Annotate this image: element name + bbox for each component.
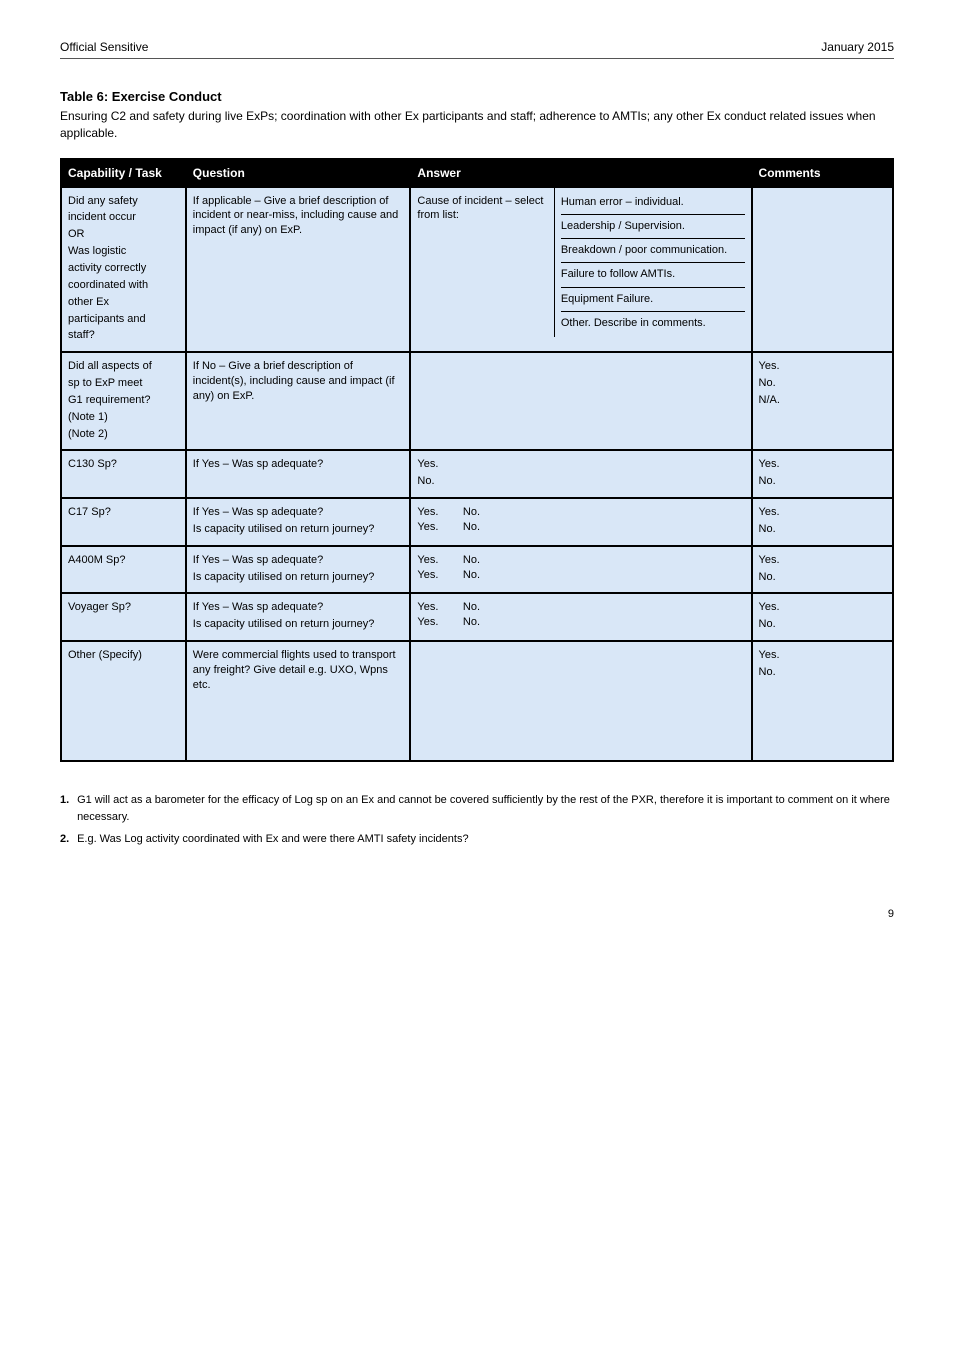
col-answer: Answer	[410, 159, 751, 187]
cell-question: If Yes – Was sp adequate? Is capacity ut…	[186, 498, 411, 546]
page-header: Official Sensitive January 2015	[60, 40, 894, 59]
cause-option: Failure to follow AMTIs.	[561, 262, 745, 284]
cell-answer	[410, 352, 751, 450]
cell-comments: Yes. No.	[752, 546, 893, 594]
cell-question: If applicable – Give a brief description…	[186, 187, 411, 353]
cell-answer: Yes. No. Yes. No.	[410, 498, 751, 546]
table-row: Other (Specify) Were commercial flights …	[61, 641, 893, 761]
cause-option: Breakdown / poor communication.	[561, 238, 745, 260]
page-number: 9	[60, 908, 894, 920]
cell-capability: Did any safety incident occur OR Was log…	[61, 187, 186, 353]
cell-capability: Other (Specify)	[61, 641, 186, 761]
table-row: C130 Sp? If Yes – Was sp adequate? Yes. …	[61, 450, 893, 498]
table-row: Did any safety incident occur OR Was log…	[61, 187, 893, 353]
cell-question: If Yes – Was sp adequate?	[186, 450, 411, 498]
cell-capability: Did all aspects of sp to ExP meet G1 req…	[61, 352, 186, 450]
cell-question: Were commercial flights used to transpor…	[186, 641, 411, 761]
table-header-row: Capability / Task Question Answer Commen…	[61, 159, 893, 187]
cell-capability: A400M Sp?	[61, 546, 186, 594]
cell-comments: Yes. No.	[752, 593, 893, 641]
table-row: A400M Sp? If Yes – Was sp adequate? Is c…	[61, 546, 893, 594]
cell-comments: Yes. No.	[752, 450, 893, 498]
cause-option: Equipment Failure.	[561, 287, 745, 309]
cell-question: If No – Give a brief description of inci…	[186, 352, 411, 450]
cause-option: Leadership / Supervision.	[561, 214, 745, 236]
col-comments: Comments	[752, 159, 893, 187]
cell-answer: Yes. No.	[410, 450, 751, 498]
table-row: C17 Sp? If Yes – Was sp adequate? Is cap…	[61, 498, 893, 546]
cell-capability: Voyager Sp?	[61, 593, 186, 641]
footnote: 1. G1 will act as a barometer for the ef…	[60, 792, 894, 825]
table-row: Did all aspects of sp to ExP meet G1 req…	[61, 352, 893, 450]
exercise-conduct-table: Capability / Task Question Answer Commen…	[60, 158, 894, 763]
cell-comments: Yes. No.	[752, 641, 893, 761]
cell-comments: Yes. No. N/A.	[752, 352, 893, 450]
cell-question: If Yes – Was sp adequate? Is capacity ut…	[186, 546, 411, 594]
table-title-block: Table 6: Exercise Conduct Ensuring C2 an…	[60, 89, 894, 142]
cell-comments: Yes. No.	[752, 498, 893, 546]
footnotes: 1. G1 will act as a barometer for the ef…	[60, 792, 894, 848]
table-subtitle: Ensuring C2 and safety during live ExPs;…	[60, 108, 894, 142]
cause-option: Human error – individual.	[561, 192, 745, 212]
table-row: Voyager Sp? If Yes – Was sp adequate? Is…	[61, 593, 893, 641]
cell-comments	[752, 187, 893, 353]
cell-answer: Yes. No. Yes. No.	[410, 546, 751, 594]
page: Official Sensitive January 2015 Table 6:…	[0, 0, 954, 980]
cell-capability: C17 Sp?	[61, 498, 186, 546]
cell-question: If Yes – Was sp adequate? Is capacity ut…	[186, 593, 411, 641]
col-capability: Capability / Task	[61, 159, 186, 187]
header-right: January 2015	[821, 40, 894, 54]
cause-label: Cause of incident – select from list:	[411, 188, 553, 338]
cell-capability: C130 Sp?	[61, 450, 186, 498]
footnote: 2. E.g. Was Log activity coordinated wit…	[60, 831, 894, 848]
cell-answer: Cause of incident – select from list: Hu…	[410, 187, 751, 353]
header-left: Official Sensitive	[60, 40, 148, 54]
table-title: Table 6: Exercise Conduct	[60, 89, 894, 104]
cell-answer: Yes. No. Yes. No.	[410, 593, 751, 641]
cell-answer	[410, 641, 751, 761]
col-question: Question	[186, 159, 411, 187]
cause-option: Other. Describe in comments.	[561, 311, 745, 333]
